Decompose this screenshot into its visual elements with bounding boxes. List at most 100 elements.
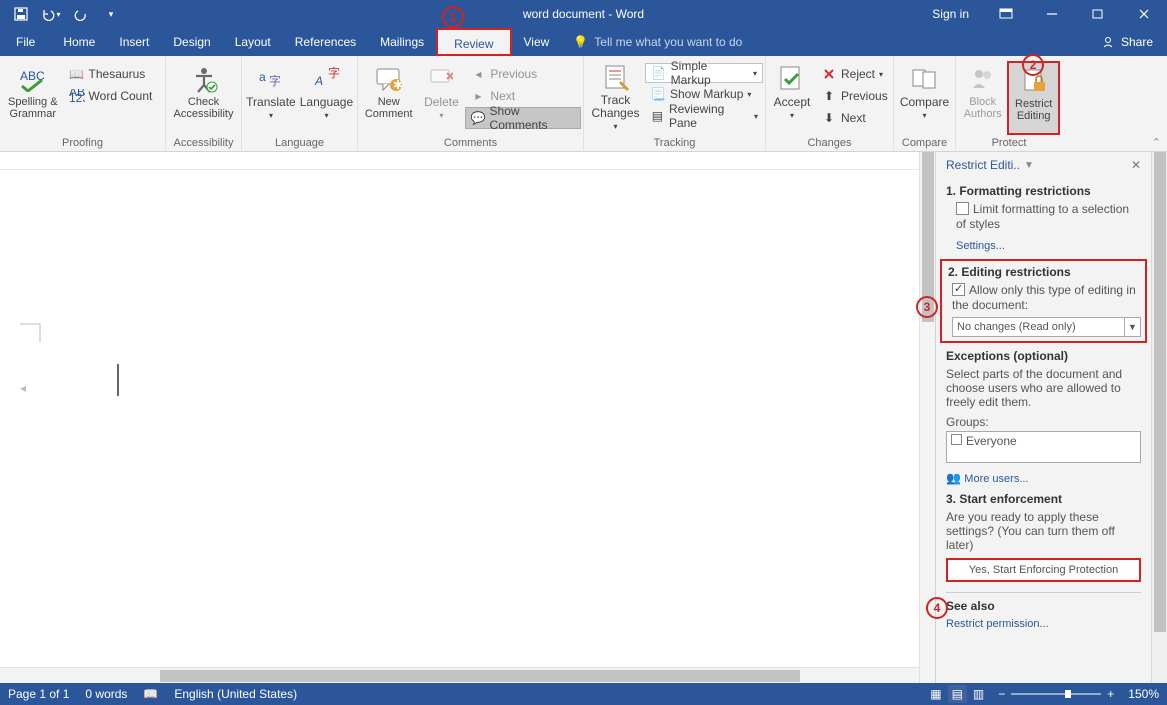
thesaurus-button[interactable]: 📖Thesaurus (64, 63, 158, 85)
pane-scroll-thumb[interactable] (1154, 152, 1166, 632)
start-enforcing-button[interactable]: Yes, Start Enforcing Protection (946, 558, 1141, 582)
callout-3: 3 (916, 296, 938, 318)
share-button[interactable]: Share (1087, 28, 1167, 56)
qat-dropdown-icon[interactable]: ▾ (98, 2, 124, 26)
close-icon[interactable] (1121, 0, 1167, 28)
block-authors-icon (967, 63, 999, 95)
maximize-icon[interactable] (1075, 0, 1121, 28)
editing-type-select[interactable]: No changes (Read only) ▼ (952, 317, 1141, 337)
prev-change-icon: ⬆ (821, 88, 837, 104)
group-tracking: Track Changes ▾ 📄Simple Markup▾ 📃Show Ma… (584, 56, 766, 152)
group-accessibility: Check Accessibility Accessibility (166, 56, 242, 152)
share-label: Share (1121, 35, 1153, 49)
exceptions-text: Select parts of the document and choose … (946, 367, 1141, 409)
spelling-icon: ABC (17, 63, 49, 95)
minimize-icon[interactable] (1029, 0, 1075, 28)
accept-button[interactable]: Accept▾ (768, 61, 816, 135)
restrict-permission-link[interactable]: Restrict permission... (946, 618, 1049, 630)
groups-label: Groups: (946, 415, 1141, 429)
chevron-down-icon[interactable]: ▼ (1124, 318, 1140, 336)
block-authors-button[interactable]: Block Authors (958, 61, 1007, 135)
allow-editing-checkbox[interactable] (952, 283, 965, 296)
language-group-label: Language (244, 135, 355, 152)
limit-formatting-checkbox[interactable] (956, 202, 969, 215)
read-mode-icon[interactable]: ▦ (930, 687, 941, 701)
reject-button[interactable]: Reject ▾ (816, 63, 893, 85)
undo-icon[interactable]: ▾ (38, 2, 64, 26)
callout-1: 1 (442, 6, 464, 28)
spelling-grammar-button[interactable]: ABC Spelling & Grammar (2, 61, 64, 135)
zoom-in-icon[interactable]: + (1107, 687, 1114, 701)
allow-editing-label: Allow only this type of editing in the d… (952, 283, 1136, 312)
print-layout-icon[interactable]: ▤ (948, 685, 967, 703)
redo-icon[interactable] (68, 2, 94, 26)
collapse-ribbon-icon[interactable]: ⌃ (1152, 136, 1161, 149)
track-changes-button[interactable]: Track Changes ▾ (586, 61, 645, 135)
translate-button[interactable]: a字 Translate▾ (244, 61, 298, 135)
language-indicator[interactable]: English (United States) (174, 687, 297, 701)
everyone-checkbox[interactable] (951, 434, 962, 445)
show-comments-button[interactable]: 💬Show Comments (465, 107, 581, 129)
pane-close-icon[interactable]: ✕ (1131, 158, 1141, 172)
compare-group-label: Compare (896, 135, 953, 152)
zoom-out-icon[interactable]: − (998, 687, 1005, 701)
exceptions-heading: Exceptions (optional) (946, 349, 1141, 363)
callout-4: 4 (926, 597, 948, 619)
protect-group-label: Protect (958, 135, 1060, 152)
tab-review[interactable]: Review (436, 28, 511, 56)
tab-view[interactable]: View (512, 28, 562, 56)
svg-text:A: A (314, 74, 323, 88)
language-button[interactable]: A字 Language▾ (298, 61, 355, 135)
everyone-label: Everyone (966, 434, 1017, 448)
accessibility-icon (188, 63, 220, 95)
tab-layout[interactable]: Layout (223, 28, 283, 56)
prev-comment-button[interactable]: ◂Previous (465, 63, 581, 85)
tab-insert[interactable]: Insert (107, 28, 161, 56)
pane-scrollbar[interactable] (1151, 152, 1167, 683)
tell-me[interactable]: 💡 Tell me what you want to do (573, 35, 742, 49)
tab-home[interactable]: Home (51, 28, 107, 56)
check-accessibility-button[interactable]: Check Accessibility (168, 61, 239, 135)
next-comment-button[interactable]: ▸Next (465, 85, 581, 107)
tab-mailings[interactable]: Mailings (368, 28, 436, 56)
document-area[interactable]: ◂ (0, 152, 919, 683)
delete-comment-button[interactable]: Delete▾ (417, 61, 465, 135)
ruler[interactable] (0, 152, 919, 170)
group-changes: Accept▾ Reject ▾ ⬆Previous ⬇Next Changes (766, 56, 894, 152)
groups-list[interactable]: Everyone (946, 431, 1141, 463)
horizontal-scrollbar[interactable] (0, 667, 919, 683)
prev-change-button[interactable]: ⬆Previous (816, 85, 893, 107)
tab-references[interactable]: References (283, 28, 368, 56)
reviewing-pane-button[interactable]: ▤Reviewing Pane ▾ (645, 105, 763, 127)
zoom-slider[interactable] (1011, 688, 1101, 700)
web-layout-icon[interactable]: ▥ (973, 687, 984, 701)
tab-file[interactable]: File (0, 28, 51, 56)
zoom-value[interactable]: 150% (1128, 687, 1159, 701)
page-content[interactable]: ◂ (18, 182, 138, 512)
markup-dropdown[interactable]: 📄Simple Markup▾ (645, 63, 763, 83)
track-changes-icon (600, 63, 632, 93)
spellcheck-status-icon[interactable]: 📖 (143, 687, 158, 701)
settings-link[interactable]: Settings... (956, 240, 1005, 252)
wordcount-icon: ABC123 (69, 88, 85, 104)
section-formatting: 1. Formatting restrictions Limit formatt… (946, 184, 1141, 253)
word-count[interactable]: 0 words (85, 687, 127, 701)
save-icon[interactable] (8, 2, 34, 26)
editing-type-value: No changes (Read only) (953, 318, 1124, 336)
accept-icon (776, 63, 808, 95)
section-2-heading: 2. Editing restrictions (946, 265, 1141, 279)
more-users-link[interactable]: More users... (964, 473, 1028, 485)
compare-button[interactable]: Compare▾ (896, 61, 953, 135)
word-count-button[interactable]: ABC123Word Count (64, 85, 158, 107)
hsb-thumb[interactable] (160, 670, 800, 682)
compare-icon (909, 63, 941, 95)
ribbon-display-icon[interactable] (983, 0, 1029, 28)
sign-in-link[interactable]: Sign in (918, 7, 983, 21)
tab-design[interactable]: Design (161, 28, 222, 56)
page-indicator[interactable]: Page 1 of 1 (8, 687, 69, 701)
next-change-button[interactable]: ⬇Next (816, 107, 893, 129)
title-bar: ▾ ▾ word document - Word Sign in (0, 0, 1167, 28)
new-comment-button[interactable]: ✱ New Comment (360, 61, 417, 135)
accessibility-group-label: Accessibility (168, 135, 239, 152)
menu-bar: File Home Insert Design Layout Reference… (0, 28, 1167, 56)
